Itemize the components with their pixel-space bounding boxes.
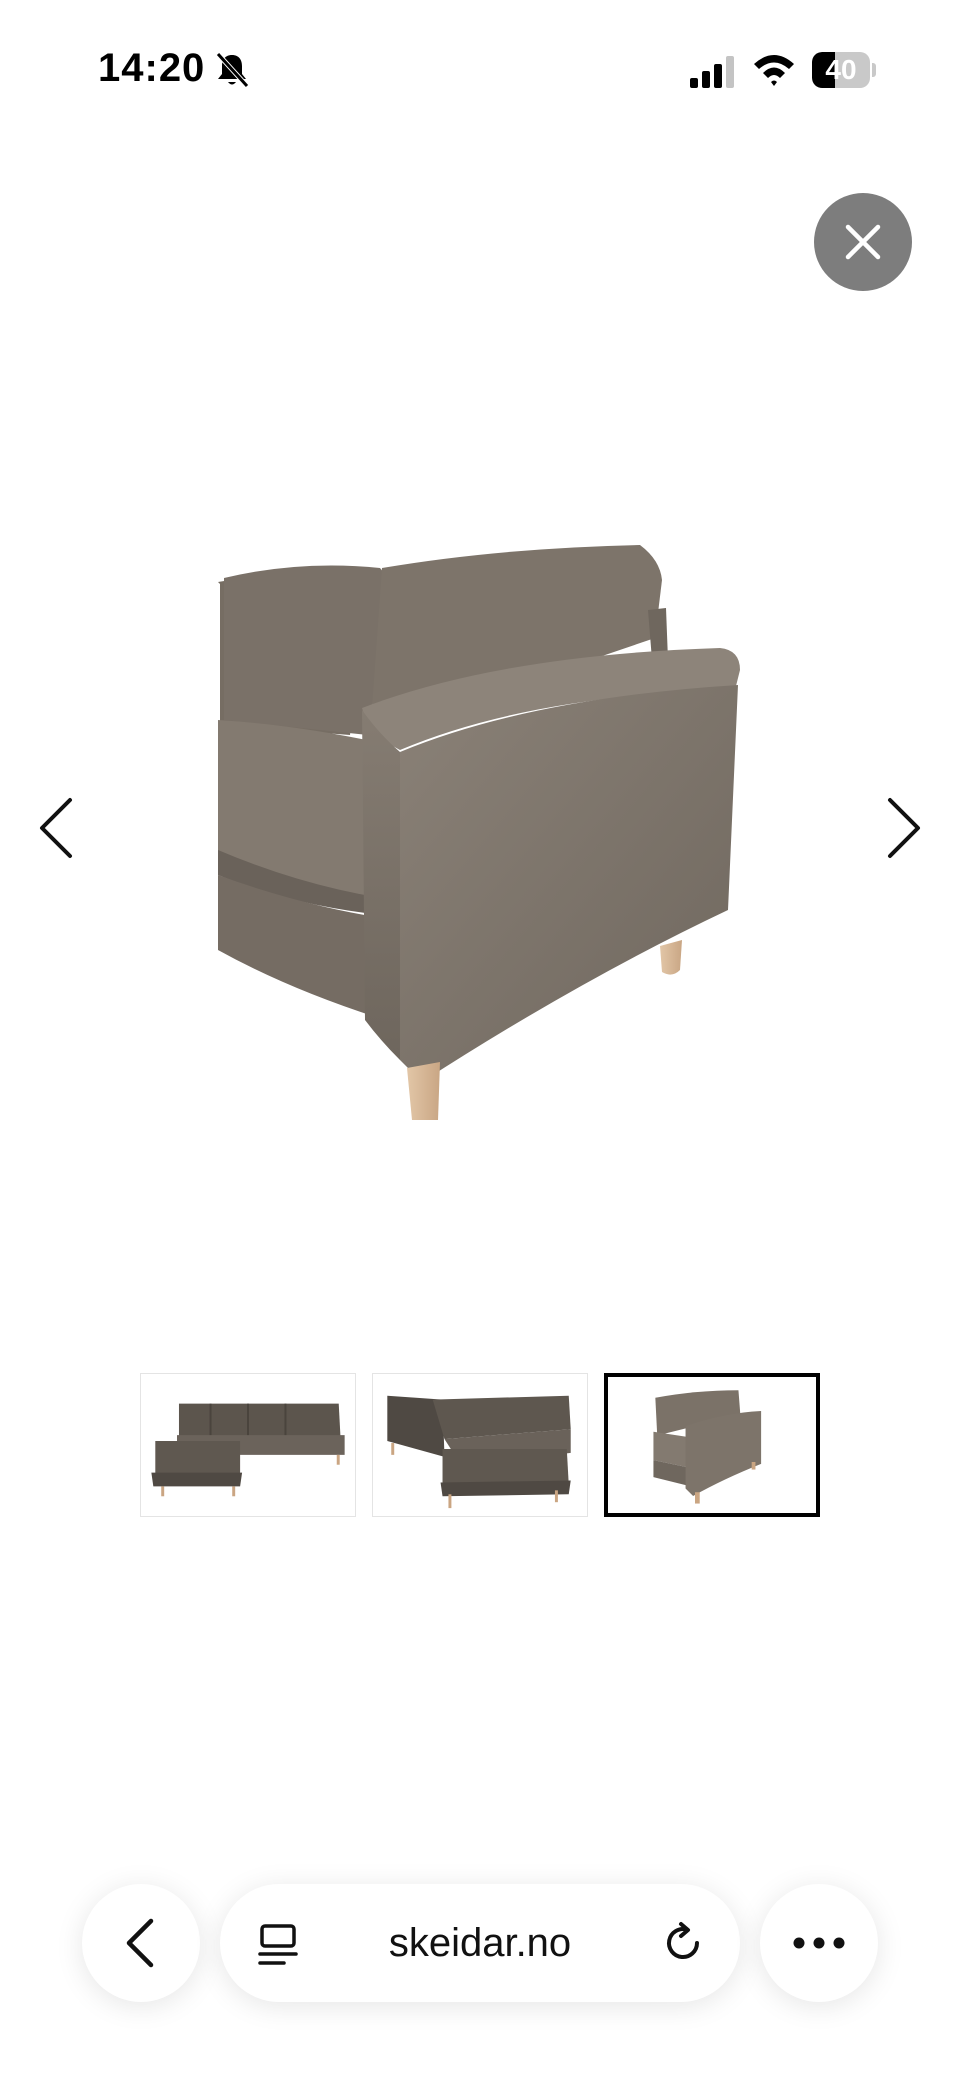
- browser-back-button[interactable]: [82, 1884, 200, 2002]
- thumbnail-image: [653, 1390, 762, 1504]
- close-button[interactable]: [814, 193, 912, 291]
- bell-slash-icon: [216, 52, 249, 88]
- chevron-left-icon: [40, 798, 72, 858]
- main-product-image: [218, 545, 740, 1120]
- close-icon: [845, 224, 881, 260]
- back-icon: [126, 1918, 154, 1968]
- url-text: skeidar.no: [388, 1920, 572, 1965]
- battery-level: 40: [825, 54, 857, 85]
- status-time: 14:20: [98, 46, 206, 90]
- thumbnail-2[interactable]: [372, 1373, 588, 1517]
- wifi-icon: [754, 55, 794, 86]
- cellular-signal-icon: [690, 56, 734, 88]
- status-bar: 14:20 40: [0, 0, 960, 140]
- previous-image-button[interactable]: [28, 788, 88, 868]
- battery-icon: 40: [812, 52, 876, 88]
- thumbnail-image: [387, 1395, 571, 1509]
- thumbnail-1[interactable]: [140, 1373, 356, 1517]
- more-icon: [793, 1937, 845, 1949]
- reader-mode-icon[interactable]: [256, 1922, 300, 1966]
- more-options-button[interactable]: [760, 1884, 878, 2002]
- thumbnail-3[interactable]: [604, 1373, 820, 1517]
- browser-toolbar: skeidar.no: [0, 1860, 960, 2081]
- thumbnail-image: [151, 1403, 345, 1497]
- address-bar[interactable]: skeidar.no: [220, 1884, 740, 2002]
- next-image-button[interactable]: [872, 788, 932, 868]
- chevron-right-icon: [888, 798, 920, 858]
- thumbnail-strip: [140, 1373, 820, 1519]
- product-image-viewer: 14:20 40 skeidar.no: [0, 0, 960, 2081]
- reload-icon[interactable]: [660, 1920, 706, 1966]
